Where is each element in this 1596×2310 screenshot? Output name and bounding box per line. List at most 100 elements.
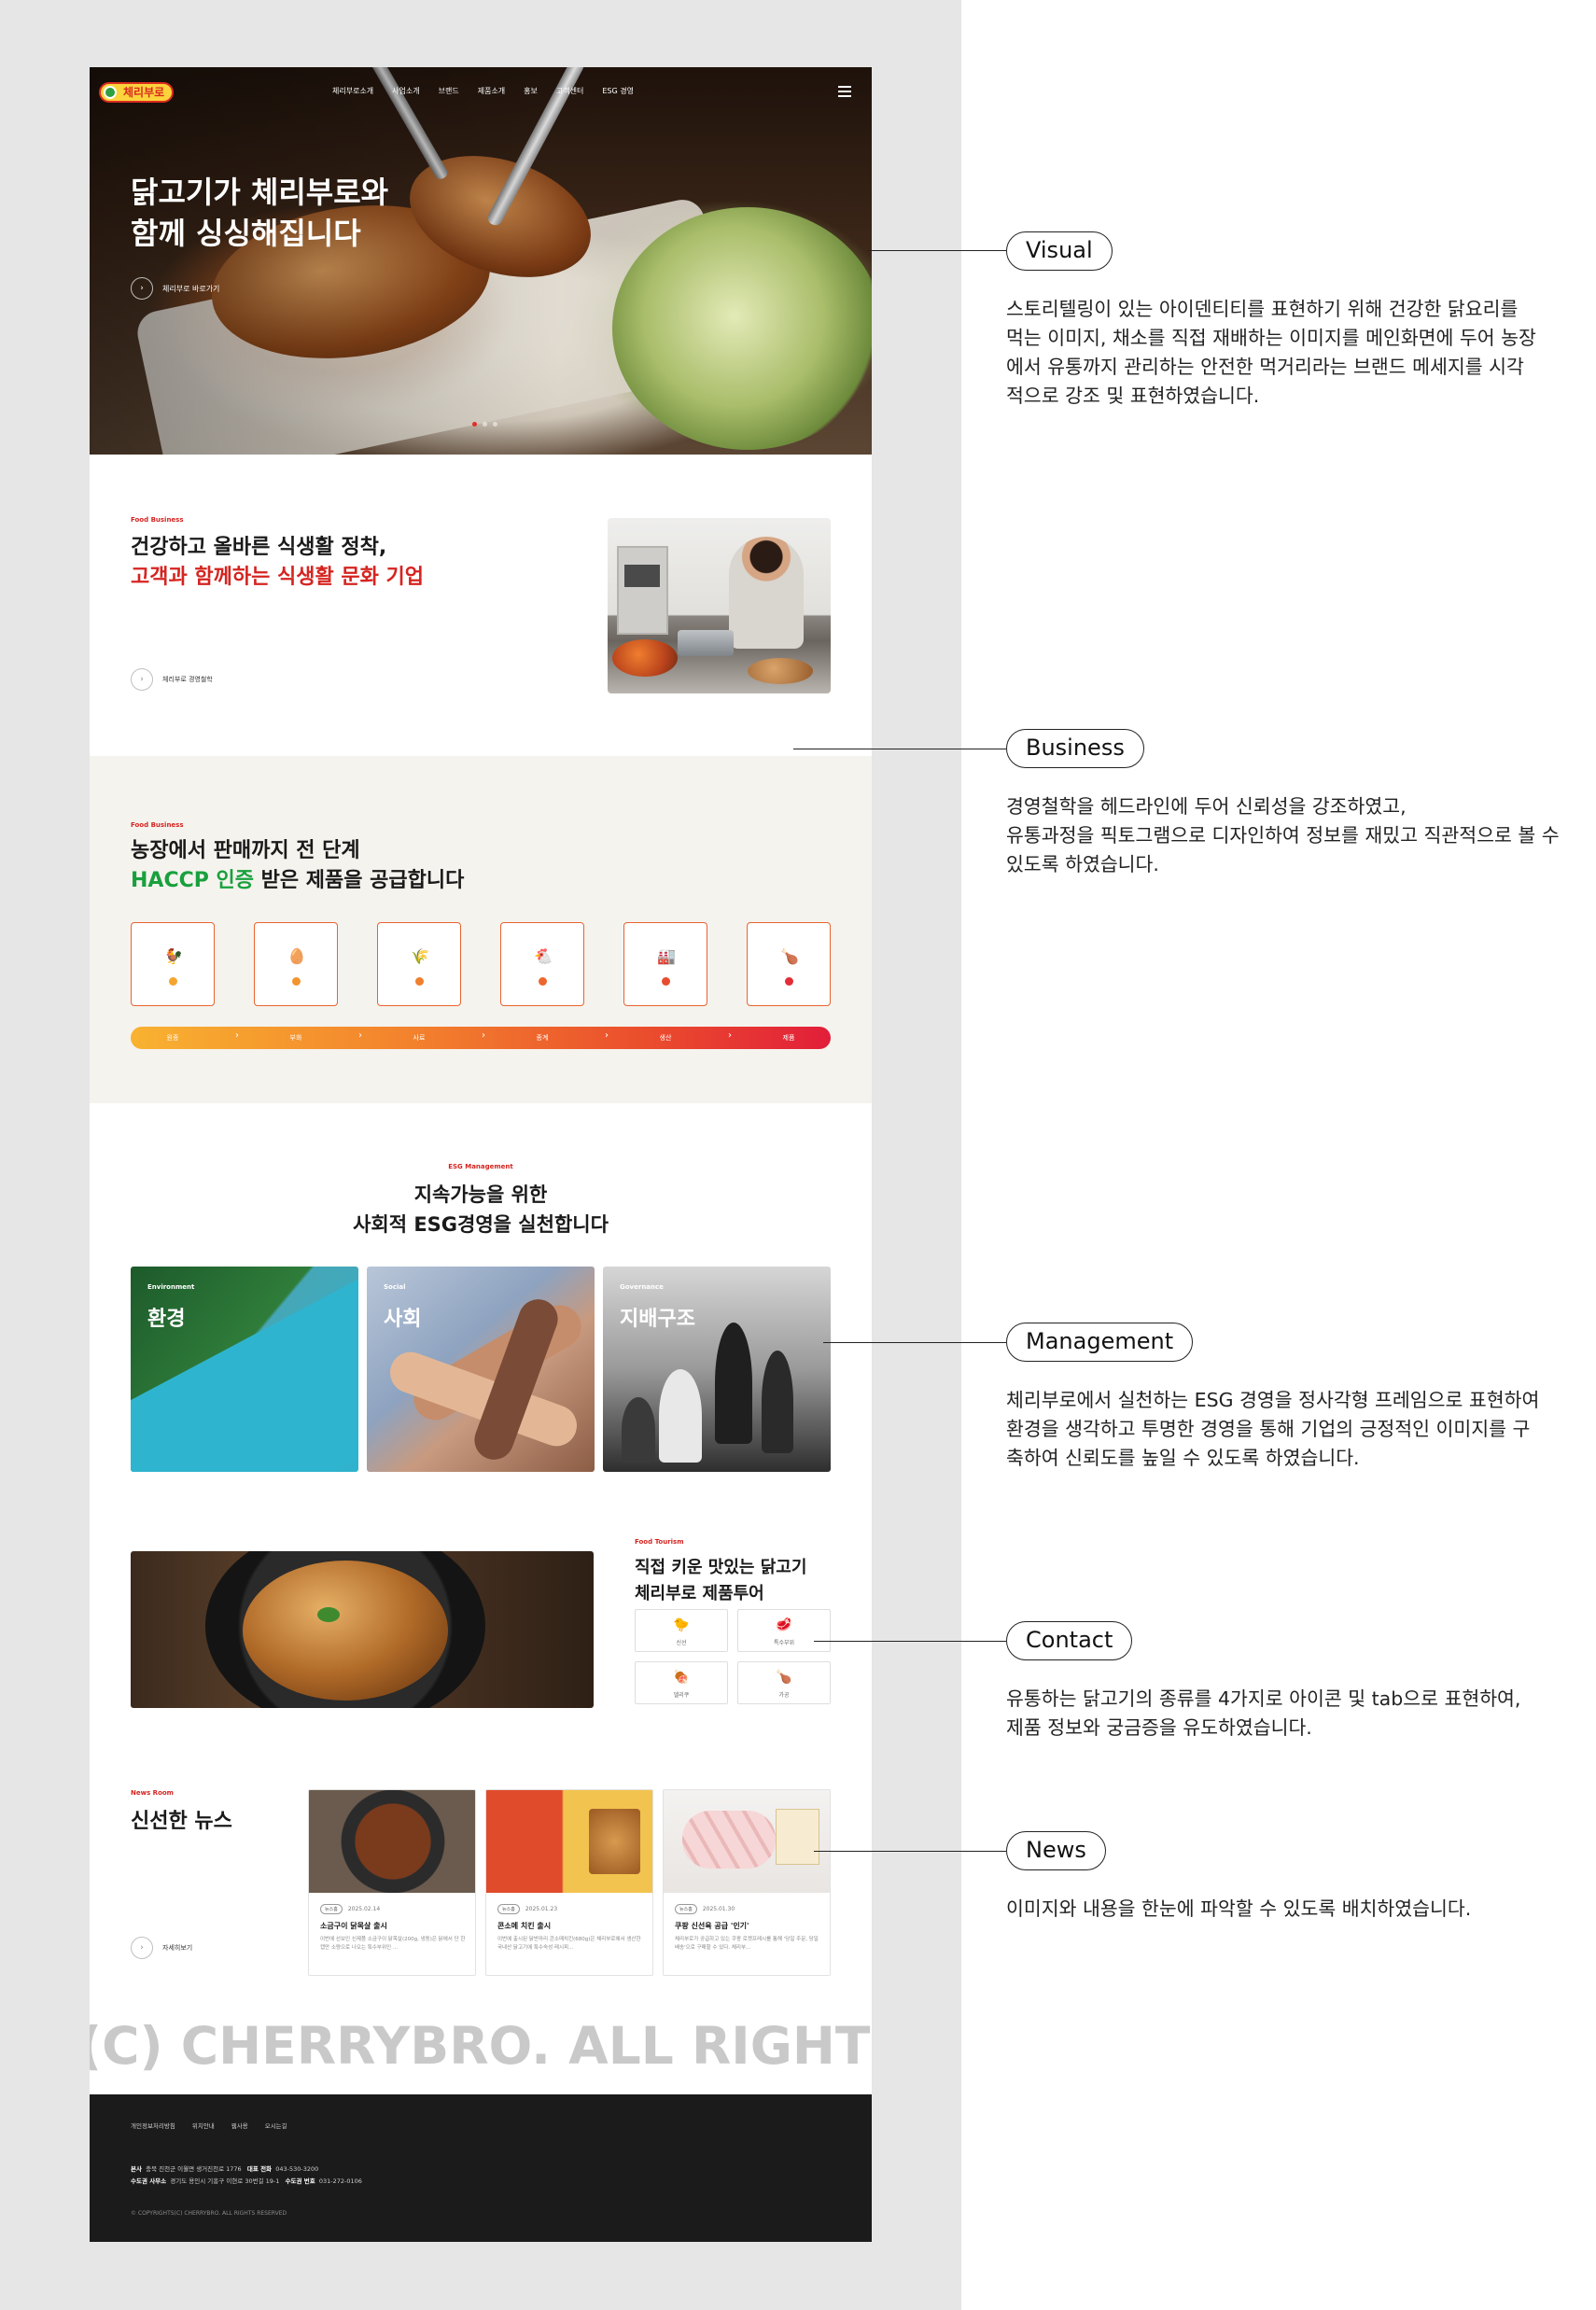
business-section: Food Business 건강하고 올바른 식생활 정착, 고객과 함께하는 … <box>90 455 872 756</box>
main-menu: 체리부로소개 사업소개 브랜드 제품소개 홍보 고객센터 ESG 경영 <box>332 86 634 96</box>
menu-item-support[interactable]: 고객센터 <box>556 86 583 96</box>
step-production[interactable]: 🏭 <box>623 922 707 1006</box>
processed-food-icon: 🍗 <box>776 1670 792 1685</box>
meat-cut-icon: 🥩 <box>776 1617 792 1632</box>
annotation-desc-business: 경영철학을 헤드라인에 두어 신뢰성을 강조하였고, 유통과정을 픽토그램으로 … <box>1006 795 1560 875</box>
menu-item-esg[interactable]: ESG 경영 <box>602 86 634 96</box>
philosophy-link[interactable]: › 체리부로 경영철학 <box>131 668 213 691</box>
news-thumbnail <box>486 1790 652 1893</box>
section-eyebrow: Food Business <box>131 821 184 829</box>
annotation-desc-visual: 스토리텔링이 있는 아이덴티티를 표현하기 위해 건강한 닭요리를 먹는 이미지… <box>1006 298 1536 407</box>
news-card-title: 소금구이 닭목살 출시 <box>320 1922 387 1930</box>
grain-icon: 🌾 <box>411 946 429 965</box>
hero-cta[interactable]: › 체리부로 바로가기 <box>131 277 219 300</box>
news-title: 신선한 뉴스 <box>131 1810 232 1833</box>
news-section: News Room 신선한 뉴스 › 자세히보기 뉴스홈 2025.02.14 소… <box>90 1771 872 1995</box>
menu-item-pr[interactable]: 홍보 <box>524 86 538 96</box>
hero-headline: 닭고기가 체리부로와 함께 싱싱해집니다 <box>131 175 389 251</box>
site-footer: 개인정보처리방침 위치안내 웹사용 오시는길 본사 충북 진천군 이월면 생거진… <box>90 2094 872 2242</box>
news-thumbnail <box>664 1790 830 1893</box>
copyright-watermark: (C) CHERRYBRO. ALL RIGHTS RESERVED <box>90 2016 872 2076</box>
footer-copyright: © COPYRIGHTS(C) CHERRYBRO. ALL RIGHTS RE… <box>131 2210 287 2217</box>
menu-item-about[interactable]: 체리부로소개 <box>332 86 373 96</box>
news-date: 2025.01.23 <box>525 1906 558 1912</box>
brand-logo[interactable]: 체리부로 <box>99 82 175 103</box>
slide-dot[interactable] <box>483 422 487 427</box>
news-card[interactable]: 뉴스홈 2025.01.23 콘소메 치킨 출시 이번에 출시된 닭반마리 콘소메… <box>485 1789 653 1976</box>
chevron-right-icon: › <box>358 1030 362 1041</box>
connector-line-news <box>814 1851 1006 1852</box>
esg-card-social[interactable]: Social 사회 <box>367 1267 595 1472</box>
esg-card-environment[interactable]: Environment 환경 <box>131 1267 358 1472</box>
esg-section: ESG Management 지속가능을 위한 사회적 ESG경영을 실천합니다… <box>90 1103 872 1523</box>
tab-fresh[interactable]: 🐤 신선 <box>635 1609 728 1652</box>
hamburger-menu-icon[interactable] <box>838 86 851 97</box>
news-more-link[interactable]: › 자세히보기 <box>131 1937 192 1959</box>
slide-dot-active[interactable] <box>472 422 477 427</box>
step-hatch[interactable]: 🥚 <box>254 922 338 1006</box>
annotation-desc-management: 체리부로에서 실천하는 ESG 경영을 정사각형 프레임으로 표현하여 환경을 … <box>1006 1389 1540 1469</box>
footer-links: 개인정보처리방침 위치안내 웹사용 오시는길 <box>131 2121 287 2130</box>
annotation-label-contact: Contact <box>1006 1621 1133 1660</box>
annotation-label-visual: Visual <box>1006 231 1113 271</box>
section-eyebrow: News Room <box>131 1789 174 1797</box>
menu-item-business[interactable]: 사업소개 <box>392 86 419 96</box>
hen-icon: 🐔 <box>534 946 553 965</box>
news-date: 2025.02.14 <box>347 1906 381 1912</box>
hero-visual: 체리부로 체리부로소개 사업소개 브랜드 제품소개 홍보 고객센터 ESG 경영… <box>90 67 872 455</box>
haccp-headline: 농장에서 판매까지 전 단계 HACCP 인증 받은 제품을 공급합니다 <box>131 839 465 892</box>
slide-dot[interactable] <box>493 422 497 427</box>
footer-link-web[interactable]: 웹사용 <box>231 2121 248 2130</box>
haccp-section: Food Business 농장에서 판매까지 전 단계 HACCP 인증 받은… <box>90 756 872 1103</box>
annotation-label-news: News <box>1006 1831 1106 1870</box>
arrow-right-icon: › <box>131 1937 153 1959</box>
esg-headline: 지속가능을 위한 사회적 ESG경영을 실천합니다 <box>353 1183 609 1236</box>
arrow-right-icon: › <box>131 668 153 691</box>
deli-icon: 🍖 <box>673 1670 690 1685</box>
footer-link-privacy[interactable]: 개인정보처리방침 <box>131 2121 175 2130</box>
menu-item-products[interactable]: 제품소개 <box>478 86 505 96</box>
chevron-right-icon: › <box>728 1030 732 1041</box>
annotation-label-business: Business <box>1006 729 1144 768</box>
tour-headline: 직접 키운 맛있는 닭고기 체리부로 제품투어 <box>635 1558 807 1603</box>
news-thumbnail <box>309 1790 475 1893</box>
chevron-right-icon: › <box>605 1030 609 1041</box>
news-card[interactable]: 뉴스홈 2025.02.14 소금구이 닭목살 출시 이번에 선보인 신제품 소금… <box>308 1789 476 1976</box>
top-nav: 체리부로 체리부로소개 사업소개 브랜드 제품소개 홍보 고객센터 ESG 경영 <box>90 67 872 118</box>
section-eyebrow: Food Tourism <box>635 1538 684 1546</box>
news-badge: 뉴스홈 <box>497 1904 520 1914</box>
section-eyebrow: ESG Management <box>448 1163 513 1170</box>
news-card-title: 쿠팡 신선육 공급 '인기' <box>675 1922 749 1930</box>
annotation-label-management: Management <box>1006 1323 1194 1362</box>
logo-icon <box>104 86 117 99</box>
whole-chicken-icon: 🐤 <box>673 1617 690 1632</box>
roast-chicken-photo <box>131 1551 594 1708</box>
esg-card-governance[interactable]: Governance 지배구조 <box>603 1267 831 1472</box>
tab-deli[interactable]: 🍖 델리쿠 <box>635 1661 728 1704</box>
connector-line-visual <box>868 250 1006 251</box>
chevron-right-icon: › <box>482 1030 485 1041</box>
tab-processed[interactable]: 🍗 가공 <box>737 1661 831 1704</box>
news-card-desc: 이번에 출시된 닭반마리 콘소메치킨(680g)은 체리부로에서 생산한 국내산… <box>497 1937 641 1951</box>
tab-special-cuts[interactable]: 🥩 특수부위 <box>737 1609 831 1652</box>
footer-link-location[interactable]: 위치안내 <box>192 2121 215 2130</box>
product-tour-section: Food Tourism 직접 키운 맛있는 닭고기 체리부로 제품투어 🐤 신… <box>90 1523 872 1771</box>
step-product[interactable]: 🍗 <box>747 922 831 1006</box>
news-badge: 뉴스홈 <box>320 1904 343 1914</box>
step-feed[interactable]: 🌾 <box>377 922 461 1006</box>
menu-item-brand[interactable]: 브랜드 <box>439 86 459 96</box>
slider-dots <box>472 422 497 427</box>
footer-link-directions[interactable]: 오시는길 <box>265 2121 287 2130</box>
chicken-icon: 🐓 <box>164 946 183 965</box>
connector-line-management <box>823 1342 1006 1343</box>
step-breeder[interactable]: 🐓 <box>131 922 215 1006</box>
news-card[interactable]: 뉴스홈 2025.01.30 쿠팡 신선육 공급 '인기' 체리부로가 공급하고 … <box>663 1789 831 1976</box>
process-steps: 🐓 🥚 🌾 🐔 🏭 🍗 <box>131 922 831 1006</box>
news-card-title: 콘소메 치킨 출시 <box>497 1922 552 1930</box>
news-date: 2025.01.30 <box>702 1906 735 1912</box>
arrow-right-icon: › <box>131 277 153 300</box>
annotation-desc-contact: 유통하는 닭고기의 종류를 4가지로 아이콘 및 tab으로 표현하여, 제품 … <box>1006 1687 1521 1739</box>
step-parent[interactable]: 🐔 <box>500 922 584 1006</box>
connector-line-contact <box>814 1641 1006 1642</box>
footer-address: 본사 충북 진천군 이월면 생거진천로 1776 대표 전화 043-530-3… <box>131 2165 362 2185</box>
